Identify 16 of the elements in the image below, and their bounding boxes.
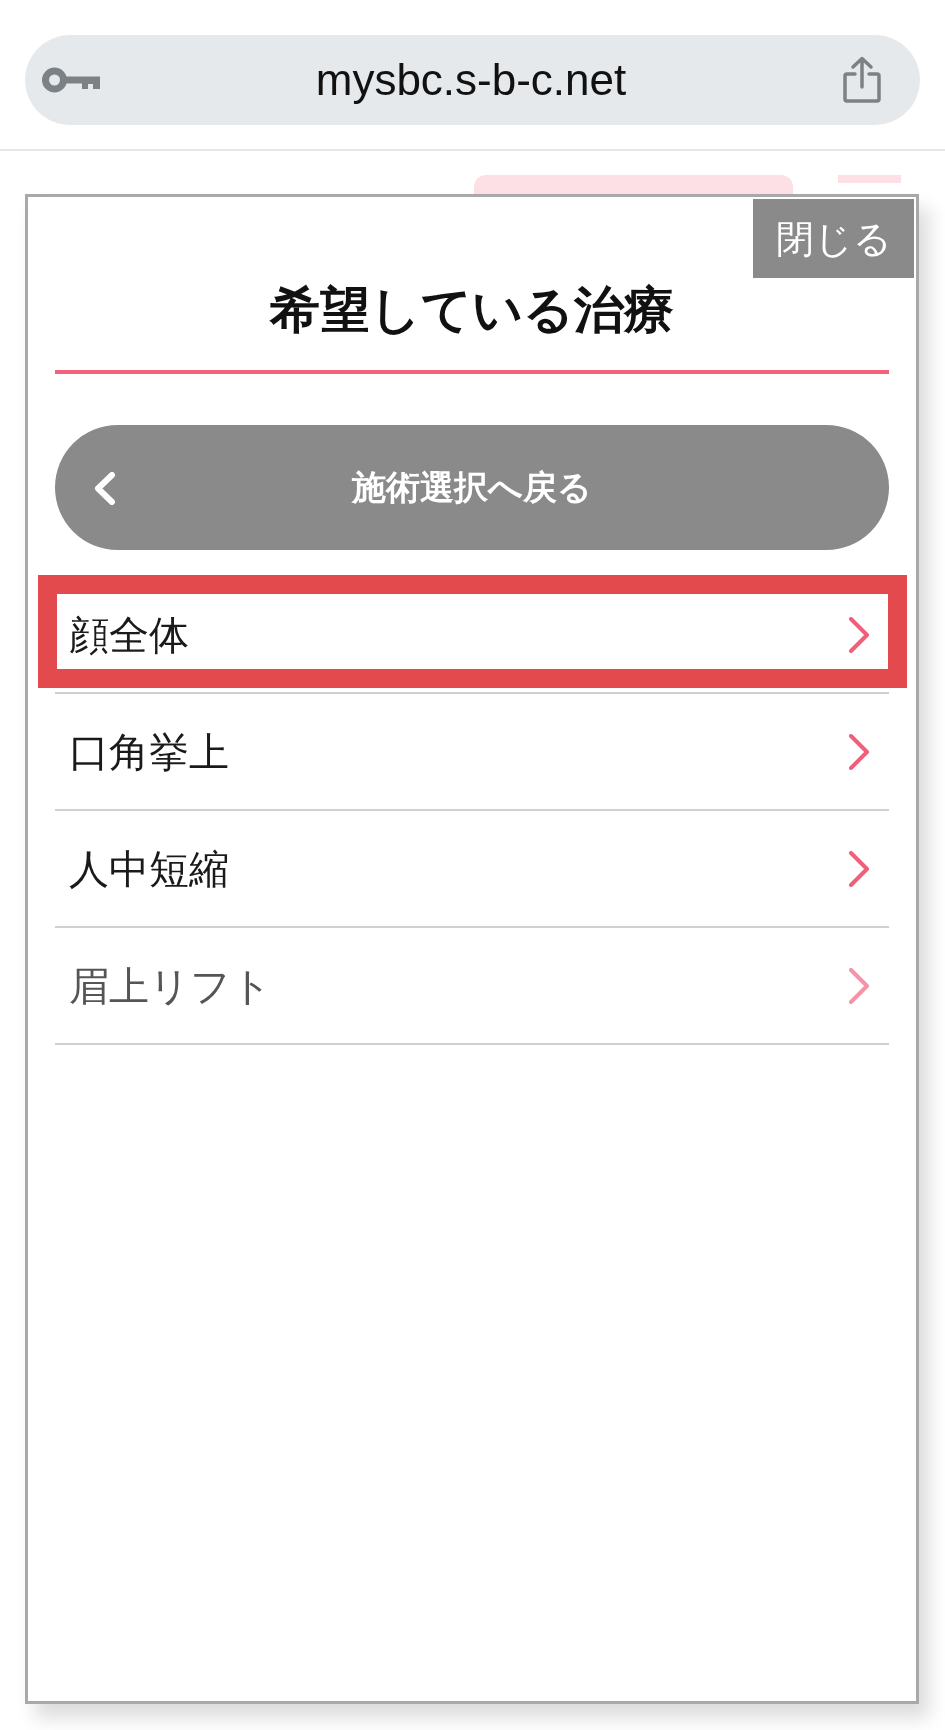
treatment-item[interactable]: 顔全体 [55, 577, 889, 694]
menu-icon[interactable] [838, 175, 901, 183]
url-text: mysbc.s-b-c.net [315, 58, 627, 102]
chevron-left-icon [92, 472, 117, 505]
treatment-item[interactable]: 眉上リフト [55, 928, 889, 1045]
share-icon[interactable] [842, 56, 882, 104]
treatment-item[interactable]: 人中短縮 [55, 811, 889, 928]
key-icon [42, 67, 100, 93]
treatment-item[interactable]: 口角挙上 [55, 694, 889, 811]
dialog-title: 希望している治療 [268, 281, 675, 339]
chevron-right-icon [848, 616, 870, 653]
chevron-right-icon [848, 967, 870, 1004]
chevron-right-icon [848, 733, 870, 770]
chevron-right-icon [848, 850, 870, 887]
address-bar[interactable]: mysbc.s-b-c.net [25, 35, 920, 125]
background-button[interactable] [474, 175, 793, 194]
